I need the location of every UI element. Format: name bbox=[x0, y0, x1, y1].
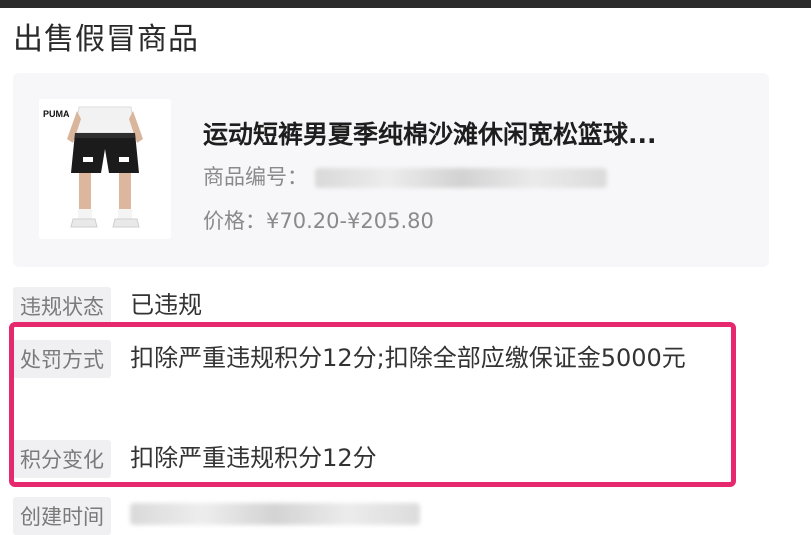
product-code-row: 商品编号： bbox=[203, 161, 607, 191]
highlight-annotation-box bbox=[9, 322, 736, 487]
product-card[interactable]: PUMA 运动短裤男夏季纯棉沙滩休闲宽松篮球... 商品编号： 价格：¥70.2… bbox=[13, 73, 769, 267]
product-price: 价格：¥70.20-¥205.80 bbox=[203, 209, 434, 233]
shorts-product-image: PUMA bbox=[39, 99, 171, 239]
redacted-created-time bbox=[130, 503, 421, 525]
product-code-label: 商品编号： bbox=[203, 165, 308, 189]
top-status-bar bbox=[0, 0, 811, 8]
status-row: 违规状态 已违规 bbox=[13, 287, 202, 325]
product-thumbnail[interactable]: PUMA bbox=[39, 99, 171, 239]
product-name[interactable]: 运动短裤男夏季纯棉沙滩休闲宽松篮球... bbox=[203, 115, 763, 151]
status-value: 已违规 bbox=[130, 291, 203, 319]
created-time-row: 创建时间 bbox=[13, 497, 421, 535]
created-time-label: 创建时间 bbox=[13, 497, 111, 535]
redacted-product-code bbox=[314, 168, 607, 188]
brand-logo-text: PUMA bbox=[43, 109, 70, 119]
status-label: 违规状态 bbox=[13, 287, 111, 325]
page-title: 出售假冒商品 bbox=[13, 22, 199, 57]
